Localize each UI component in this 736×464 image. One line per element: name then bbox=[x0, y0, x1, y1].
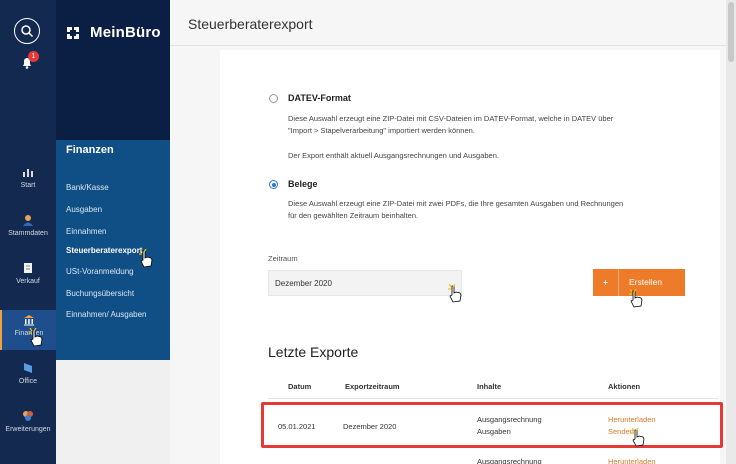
rail-item-label: Stammdaten bbox=[8, 230, 48, 237]
rail-item-label: Erweiterungen bbox=[5, 426, 51, 433]
exports-title: Letzte Exporte bbox=[268, 344, 359, 360]
radio-datev[interactable] bbox=[269, 94, 278, 103]
belege-desc-2: für den gewählten Zeitraum beinhalten. bbox=[288, 211, 419, 220]
page-title: Steuerberaterexport bbox=[188, 16, 313, 32]
col-datum: Datum bbox=[288, 382, 312, 391]
chart-icon bbox=[23, 169, 33, 177]
brand-name: MeinBüro bbox=[90, 24, 161, 41]
scrollbar[interactable] bbox=[726, 0, 736, 464]
hand-cursor-icon bbox=[139, 249, 153, 268]
table-divider bbox=[268, 398, 718, 399]
nav-item-ausgaben[interactable]: Ausgaben bbox=[66, 205, 102, 214]
nav-section-title: Finanzen bbox=[66, 144, 114, 156]
rail-item-label: Start bbox=[20, 182, 36, 189]
hand-cursor-icon bbox=[631, 428, 645, 447]
rail-item-verkauf[interactable]: Verkauf bbox=[0, 262, 56, 285]
search-icon bbox=[21, 25, 34, 38]
document-icon bbox=[24, 263, 32, 273]
datev-desc-2: "Import > Stapelverarbeitung" importiert… bbox=[288, 126, 475, 135]
hand-cursor-icon bbox=[29, 328, 43, 347]
hand-cursor-icon bbox=[448, 284, 462, 303]
rail-item-erweiterungen[interactable]: Erweiterungen bbox=[0, 410, 56, 433]
download-link[interactable]: Herunterladen bbox=[608, 456, 656, 464]
rail-item-label: Office bbox=[18, 378, 38, 385]
bank-icon bbox=[24, 315, 34, 326]
notification-badge: 1 bbox=[28, 51, 39, 62]
datev-desc-3: Der Export enthält aktuell Ausgangsrechn… bbox=[288, 151, 499, 160]
logo-icon bbox=[67, 27, 79, 39]
row-highlight bbox=[261, 402, 723, 448]
datev-desc-1: Diese Auswahl erzeugt eine ZIP-Datei mit… bbox=[288, 114, 614, 123]
office-icon bbox=[24, 363, 32, 373]
rail-item-label: Verkauf bbox=[16, 278, 40, 285]
page-header: Steuerberaterexport bbox=[170, 0, 726, 46]
search-button[interactable] bbox=[14, 18, 40, 44]
datev-title: DATEV-Format bbox=[288, 93, 351, 103]
zeitraum-label: Zeitraum bbox=[268, 254, 298, 263]
nav-item-ust-voranmeldung[interactable]: USt-Voranmeldung bbox=[66, 267, 134, 276]
col-aktionen: Aktionen bbox=[608, 382, 641, 391]
rail-item-office[interactable]: Office bbox=[0, 362, 56, 385]
nav-item-bank-kasse[interactable]: Bank/Kasse bbox=[66, 183, 109, 192]
person-icon bbox=[23, 215, 33, 226]
plus-icon: + bbox=[593, 269, 619, 296]
radio-belege[interactable] bbox=[269, 180, 278, 189]
puzzle-icon bbox=[23, 411, 33, 421]
nav-item-buchungsuebersicht[interactable]: Buchungsübersicht bbox=[66, 289, 134, 298]
rail-item-stammdaten[interactable]: Stammdaten bbox=[0, 214, 56, 237]
belege-title: Belege bbox=[288, 179, 318, 189]
nav-item-steuerberaterexport[interactable]: Steuerberaterexport bbox=[66, 246, 142, 255]
rail-item-start[interactable]: Start bbox=[0, 166, 56, 189]
nav-item-einnahmen[interactable]: Einnahmen bbox=[66, 227, 106, 236]
nav-item-einnahmen-ausgaben[interactable]: Einnahmen/ Ausgaben bbox=[66, 310, 147, 319]
zeitraum-select[interactable]: Dezember 2020 bbox=[268, 270, 462, 296]
col-exportzeitraum: Exportzeitraum bbox=[345, 382, 400, 391]
belege-desc-1: Diese Auswahl erzeugt eine ZIP-Datei mit… bbox=[288, 199, 624, 208]
col-inhalte: Inhalte bbox=[477, 382, 502, 391]
scrollbar-thumb[interactable] bbox=[728, 2, 734, 62]
row-content-1: Ausgangsrechnung bbox=[477, 457, 542, 464]
hand-cursor-icon bbox=[629, 289, 643, 308]
